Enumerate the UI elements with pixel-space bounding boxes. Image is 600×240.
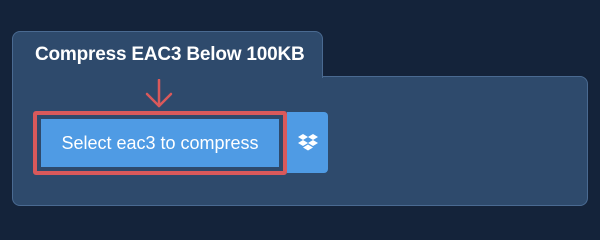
dropbox-icon	[297, 133, 318, 150]
compress-card: Compress EAC3 Below 100KB Select eac3 to…	[12, 31, 588, 206]
select-file-button[interactable]: Select eac3 to compress	[33, 111, 287, 175]
card-title: Compress EAC3 Below 100KB	[35, 44, 305, 65]
dropbox-button[interactable]	[287, 112, 328, 173]
select-file-button-label: Select eac3 to compress	[41, 119, 279, 167]
arrow-down-icon	[145, 79, 173, 108]
